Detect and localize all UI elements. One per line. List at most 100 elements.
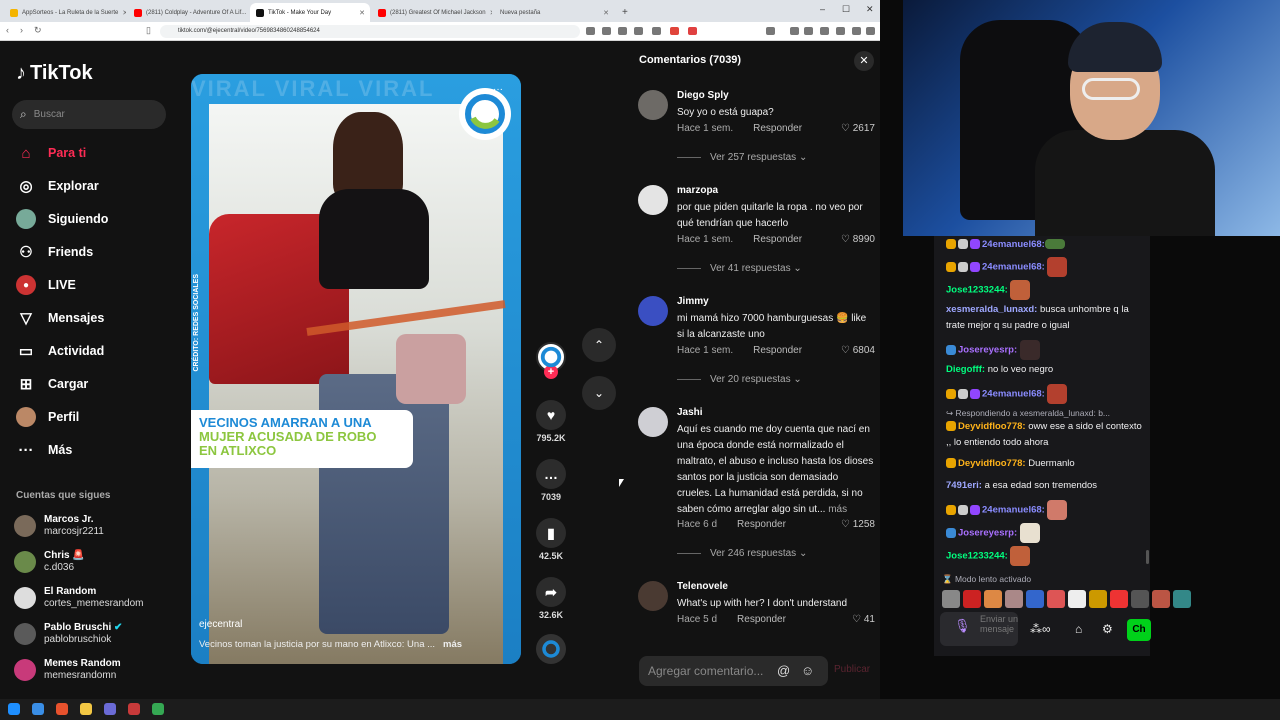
comment-like-button[interactable]: ♡ 41 — [852, 614, 875, 625]
reply-button[interactable]: Responder — [737, 519, 786, 530]
following-item[interactable]: El Random cortes_memesrandom — [14, 586, 143, 610]
nav-item-live[interactable]: ● LIVE — [16, 275, 76, 295]
new-tab-button[interactable]: + — [616, 3, 632, 22]
extension-icon[interactable] — [790, 27, 799, 35]
mention-icon[interactable]: @ — [777, 656, 790, 686]
start-icon[interactable] — [8, 703, 20, 715]
close-window-icon[interactable]: ✕ — [866, 4, 874, 15]
settings-icon[interactable]: ⚙ — [1102, 622, 1113, 636]
microphone-icon[interactable]: 🎙 — [954, 619, 971, 632]
comment-like-button[interactable]: ♡ 1258 — [841, 519, 875, 530]
minimize-icon[interactable]: – — [820, 4, 825, 14]
chat-send-button[interactable]: Ch — [1127, 619, 1151, 641]
url-input[interactable]: tiktok.com/@ejecentral/video/75698348602… — [160, 25, 580, 38]
publish-button[interactable]: Publicar — [834, 664, 870, 675]
comment-like-button[interactable]: ♡ 8990 — [841, 234, 875, 245]
brave-icon[interactable] — [56, 703, 68, 715]
more-link[interactable]: más — [828, 504, 847, 515]
search-input[interactable]: ⌕ Buscar — [12, 100, 166, 129]
edge-icon[interactable] — [32, 703, 44, 715]
following-item[interactable]: Pablo Bruschi ✔ pablobruschiok — [14, 622, 122, 646]
nav-item-siguiendo[interactable]: Siguiendo — [16, 209, 108, 229]
app-icon[interactable] — [128, 703, 140, 715]
more-link[interactable]: más — [443, 639, 462, 650]
chat-input[interactable]: 🎙 Enviar un mensaje — [940, 612, 1018, 646]
save-button[interactable]: ▮ 42.5K — [532, 518, 570, 561]
close-tab-icon[interactable]: ✕ — [122, 9, 126, 17]
emote-icon[interactable] — [942, 590, 960, 608]
folder-icon[interactable] — [80, 703, 92, 715]
brave-shield-icon[interactable] — [670, 27, 679, 35]
emote-icon[interactable] — [1110, 590, 1128, 608]
view-replies-button[interactable]: Ver 20 respuestas ⌄ — [677, 374, 802, 385]
video-author[interactable]: ejecentral — [199, 619, 242, 630]
following-item[interactable]: Memes Random memesrandomn — [14, 658, 121, 682]
comment-button[interactable]: … 7039 — [532, 459, 570, 502]
nav-item-cargar[interactable]: ⊞ Cargar — [16, 374, 89, 394]
reply-button[interactable]: Responder — [753, 234, 802, 245]
emote-icon[interactable] — [1047, 590, 1065, 608]
browser-tab-5[interactable]: Nueva pestaña ✕ — [494, 3, 614, 22]
view-replies-button[interactable]: Ver 257 respuestas ⌄ — [677, 152, 807, 163]
forward-icon[interactable]: › — [20, 25, 23, 35]
next-video-button[interactable]: ⌄ — [582, 376, 616, 410]
maximize-icon[interactable]: ☐ — [842, 4, 850, 15]
reply-button[interactable]: Responder — [753, 123, 802, 134]
previous-video-button[interactable]: ⌃ — [582, 328, 616, 362]
close-comments-button[interactable]: ✕ — [854, 51, 874, 71]
menu-icon[interactable] — [866, 27, 875, 35]
comment-like-button[interactable]: ♡ 2617 — [841, 123, 875, 134]
extension-icon[interactable] — [836, 27, 845, 35]
nav-item-para-ti[interactable]: ⌂ Para ti — [16, 143, 86, 163]
extension-icon[interactable] — [852, 27, 861, 35]
browser-tab-4[interactable]: (2811) Greatest Of Michael Jackson✕ — [372, 3, 492, 22]
nav-item-explorar[interactable]: ◎ Explorar — [16, 176, 98, 196]
view-replies-button[interactable]: Ver 41 respuestas ⌄ — [677, 263, 802, 274]
browser-tab-3-active[interactable]: TikTok - Make Your Day ✕ — [250, 3, 370, 22]
avatar[interactable] — [638, 407, 668, 437]
chat-scrollbar[interactable] — [1146, 550, 1149, 564]
comment-input[interactable]: Agregar comentario... @ ☺ — [639, 656, 828, 686]
like-button[interactable]: ♥ 795.2K — [532, 400, 570, 443]
store-icon[interactable]: ⌂ — [1075, 622, 1082, 636]
avatar[interactable] — [638, 90, 668, 120]
reply-button[interactable]: Responder — [753, 345, 802, 356]
extension-icon[interactable] — [820, 27, 829, 35]
emote-icon[interactable] — [1089, 590, 1107, 608]
emote-icon[interactable] — [1131, 590, 1149, 608]
video-player[interactable]: VIRAL VIRAL VIRAL CRÉDITO: REDES SOCIALE… — [191, 74, 521, 664]
emote-icon[interactable] — [1173, 590, 1191, 608]
bookmark-icon[interactable]: ▯ — [146, 25, 151, 36]
browser-tab-2[interactable]: (2811) Coldplay - Adventure Of A Lif...✕ — [128, 3, 248, 22]
extension-icon[interactable] — [586, 27, 595, 35]
emote-icon[interactable] — [1026, 590, 1044, 608]
nav-item-perfil[interactable]: Perfil — [16, 407, 79, 427]
comment-like-button[interactable]: ♡ 6804 — [841, 345, 875, 356]
extension-icon[interactable] — [804, 27, 813, 35]
close-tab-icon[interactable]: ✕ — [490, 9, 492, 17]
emoji-icon[interactable]: ☺ — [801, 656, 814, 686]
extension-icon[interactable] — [634, 27, 643, 35]
chrome-icon[interactable] — [152, 703, 164, 715]
extension-icon[interactable] — [766, 27, 775, 35]
nav-item-mas[interactable]: ··· Más — [16, 440, 73, 460]
emote-icon[interactable] — [1005, 590, 1023, 608]
avatar[interactable] — [638, 185, 668, 215]
emote-icon[interactable] — [984, 590, 1002, 608]
emote-icon[interactable] — [1068, 590, 1086, 608]
extension-icon[interactable] — [602, 27, 611, 35]
warning-icon[interactable] — [688, 27, 697, 35]
view-replies-button[interactable]: Ver 246 respuestas ⌄ — [677, 548, 807, 559]
sound-disc[interactable] — [532, 634, 570, 667]
app-icon[interactable] — [104, 703, 116, 715]
back-icon[interactable]: ‹ — [6, 25, 9, 35]
avatar[interactable] — [638, 296, 668, 326]
emote-icon[interactable] — [1152, 590, 1170, 608]
nav-item-actividad[interactable]: ▭ Actividad — [16, 341, 104, 361]
extension-icon[interactable] — [618, 27, 627, 35]
reply-button[interactable]: Responder — [737, 614, 786, 625]
following-item[interactable]: Chris 🚨 c.d036 — [14, 550, 85, 574]
emote-icon[interactable] — [963, 590, 981, 608]
close-tab-icon[interactable]: ✕ — [359, 9, 365, 17]
nav-item-mensajes[interactable]: ▽ Mensajes — [16, 308, 104, 328]
